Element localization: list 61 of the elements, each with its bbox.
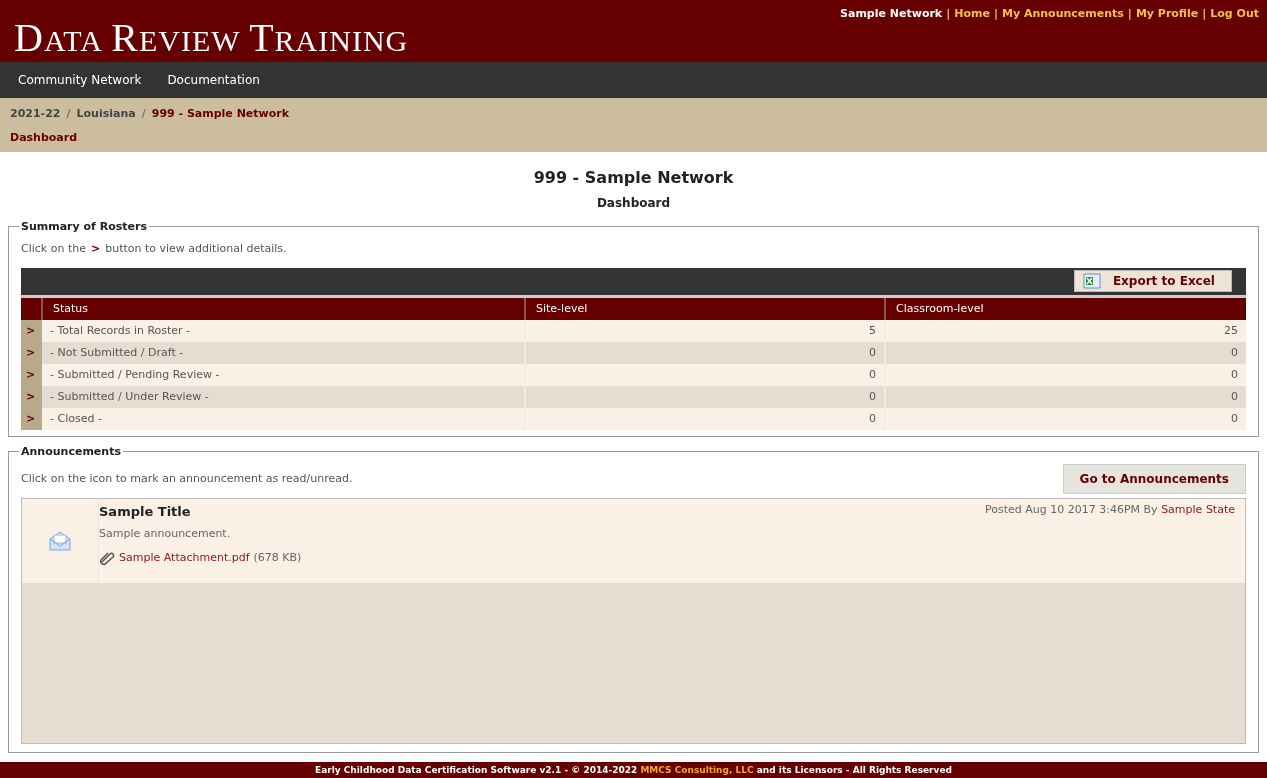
header-link[interactable]: Home xyxy=(954,7,990,20)
link-separator: | xyxy=(1127,7,1132,20)
site-title: DATA REVIEW TRAINING xyxy=(14,18,409,58)
table-cell: 0 xyxy=(885,408,1246,430)
table-cell: 5 xyxy=(525,320,885,342)
arrow-glyph: > xyxy=(90,242,101,255)
expand-button[interactable]: > xyxy=(21,408,42,430)
paperclip-icon xyxy=(99,551,115,566)
header-link[interactable]: Log Out xyxy=(1210,7,1259,20)
table-cell: 25 xyxy=(885,320,1246,342)
link-separator: | xyxy=(946,7,951,20)
expand-button[interactable]: > xyxy=(21,364,42,386)
breadcrumb-separator: / xyxy=(66,105,71,122)
expand-button[interactable]: > xyxy=(21,342,42,364)
column-header: Site-level xyxy=(525,297,885,320)
hint-text: Click on the xyxy=(21,242,86,255)
link-separator: | xyxy=(993,7,998,20)
announcement-body: Sample announcement. xyxy=(99,525,232,542)
table-cell: - Not Submitted / Draft - xyxy=(42,342,525,364)
column-header: Classroom-level xyxy=(885,297,1246,320)
footer-text: Early Childhood Data Certification Software v2.1 - © 2014-2022 xyxy=(315,765,638,775)
breadcrumb-item[interactable]: Louisiana xyxy=(76,105,136,123)
breadcrumb-item: 999 - Sample Network xyxy=(151,105,290,122)
header-link[interactable]: My Announcements xyxy=(1001,7,1124,20)
nav-link[interactable]: Community Network xyxy=(18,71,142,89)
table-cell: 0 xyxy=(525,408,885,430)
table-cell: 0 xyxy=(885,364,1246,386)
table-cell: 0 xyxy=(885,386,1246,408)
breadcrumb-separator: / xyxy=(141,105,146,122)
page-name: Dashboard xyxy=(10,130,79,146)
link-separator: | xyxy=(1202,7,1207,20)
hint-text: Click on the icon to mark an announcement as read/unread. xyxy=(21,470,353,487)
open-envelope-icon[interactable] xyxy=(48,530,72,552)
header-link[interactable]: My Profile xyxy=(1135,7,1199,20)
page-title: 999 - Sample Network xyxy=(532,167,735,189)
table-cell: 0 xyxy=(525,386,885,408)
table-cell: - Closed - xyxy=(42,408,525,430)
table-cell: - Submitted / Pending Review - xyxy=(42,364,525,386)
breadcrumb-item[interactable]: 2021-22 xyxy=(10,105,61,123)
author-link[interactable]: Sample State xyxy=(1161,503,1235,516)
announcements-button[interactable]: Go to Announcements xyxy=(1062,464,1246,494)
file-size: (678 KB) xyxy=(253,550,302,566)
expand-button[interactable]: > xyxy=(21,386,42,408)
attachment-link[interactable]: Sample Attachment.pdf xyxy=(119,550,250,567)
footer-link[interactable]: MMCS Consulting, LLC xyxy=(640,765,754,775)
post-info: Posted Aug 10 2017 3:46PM By xyxy=(985,503,1158,516)
table-cell: 0 xyxy=(525,364,885,386)
export-button[interactable]: Export to Excel xyxy=(1073,270,1232,292)
expand-button[interactable]: > xyxy=(21,320,42,342)
announcement-title: Sample Title xyxy=(99,503,191,521)
table-cell: 0 xyxy=(525,342,885,364)
table-cell: - Total Records in Roster - xyxy=(42,320,525,342)
page-subtitle: Dashboard xyxy=(595,195,672,212)
nav-link[interactable]: Documentation xyxy=(167,71,260,89)
table-cell: - Submitted / Under Review - xyxy=(42,386,525,408)
table-cell: 0 xyxy=(885,342,1246,364)
hint-text: button to view additional details. xyxy=(105,242,287,255)
column-header: Status xyxy=(42,297,525,320)
spreadsheet-icon xyxy=(1082,273,1101,289)
footer-text: and its Licensors - All Rights Reserved xyxy=(756,765,952,775)
user-name: Sample Network xyxy=(840,7,943,20)
